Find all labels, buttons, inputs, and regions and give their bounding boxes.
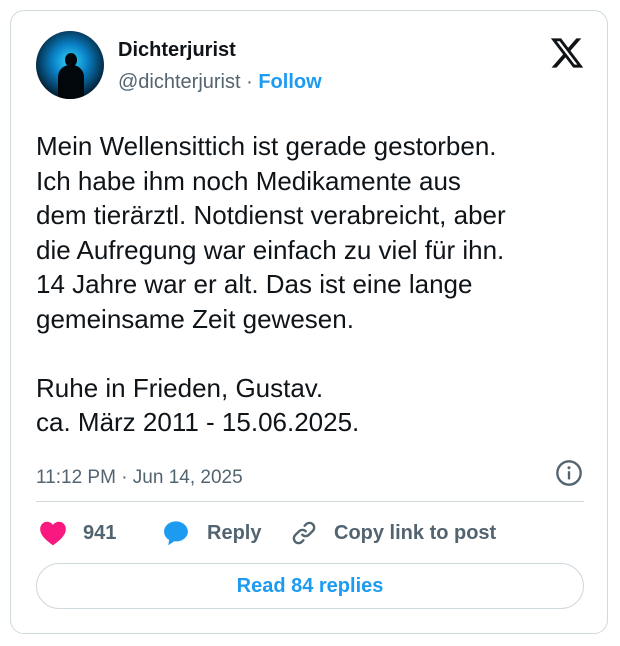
tweet-card: Dichterjurist @dichterjurist · Follow Me… xyxy=(10,10,608,634)
link-icon xyxy=(292,521,316,545)
tweet-text: Mein Wellensittich ist gerade gestorben.… xyxy=(36,131,506,437)
reply-bubble-icon xyxy=(164,521,188,546)
author-handle-line: @dichterjurist · Follow xyxy=(118,71,322,94)
author-handle[interactable]: @dichterjurist xyxy=(118,71,241,93)
like-count: 941 xyxy=(83,521,117,544)
read-replies-label: Read 84 replies xyxy=(236,574,384,597)
divider xyxy=(36,501,584,502)
x-logo-icon[interactable] xyxy=(549,35,585,71)
copy-link-label: Copy link to post xyxy=(334,521,497,544)
follow-button[interactable]: Follow xyxy=(258,71,321,93)
author-name[interactable]: Dichterjurist xyxy=(118,39,236,62)
heart-icon xyxy=(40,521,66,546)
info-icon[interactable] xyxy=(555,459,583,487)
avatar[interactable] xyxy=(36,31,104,99)
reply-label: Reply xyxy=(207,521,262,544)
like-button[interactable]: 941 xyxy=(39,519,116,547)
read-replies-button[interactable]: Read 84 replies xyxy=(36,563,584,609)
reply-button[interactable]: Reply xyxy=(161,519,261,547)
handle-separator: · xyxy=(240,71,259,93)
tweet-timestamp[interactable]: 11:12 PM · Jun 14, 2025 xyxy=(36,467,243,489)
copy-link-button[interactable]: Copy link to post xyxy=(290,519,496,547)
avatar-figure-body xyxy=(58,65,84,99)
